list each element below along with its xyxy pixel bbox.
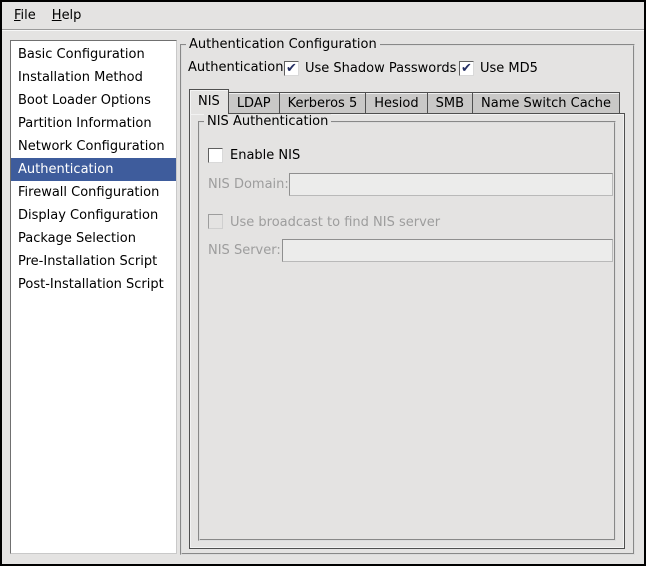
sidebar-item-package-selection[interactable]: Package Selection — [11, 227, 176, 250]
checkmark-icon: ✔ — [461, 62, 472, 75]
menu-help-mnemonic: H — [52, 8, 62, 23]
sidebar-item-partition-information[interactable]: Partition Information — [11, 112, 176, 135]
authentication-configuration-frame: Authentication Configuration Authenticat… — [180, 44, 635, 555]
tab-name-switch-cache[interactable]: Name Switch Cache — [473, 92, 620, 114]
authentication-label: Authentication: — [188, 60, 288, 75]
use-md5-label[interactable]: Use MD5 — [480, 61, 538, 76]
sidebar-item-authentication[interactable]: Authentication — [11, 158, 176, 181]
nis-authentication-frame-title: NIS Authentication — [204, 114, 331, 130]
menu-bar: File Help — [2, 2, 644, 30]
sidebar-item-installation-method[interactable]: Installation Method — [11, 66, 176, 89]
authentication-tabbar: NIS LDAP Kerberos 5 Hesiod SMB Name Swit… — [189, 89, 620, 114]
use-broadcast-checkbox[interactable] — [208, 214, 223, 229]
sidebar-item-boot-loader-options[interactable]: Boot Loader Options — [11, 89, 176, 112]
checkmark-icon: ✔ — [286, 62, 297, 75]
sidebar-item-display-configuration[interactable]: Display Configuration — [11, 204, 176, 227]
enable-nis-checkbox[interactable] — [208, 148, 223, 163]
tab-kerberos5[interactable]: Kerberos 5 — [280, 92, 367, 114]
tab-hesiod[interactable]: Hesiod — [366, 92, 427, 114]
sidebar-item-pre-installation-script[interactable]: Pre-Installation Script — [11, 250, 176, 273]
kickstart-configurator-window: File Help Basic Configuration Installati… — [0, 0, 646, 566]
use-shadow-passwords-label[interactable]: Use Shadow Passwords — [305, 61, 456, 76]
nis-domain-input[interactable] — [289, 173, 613, 196]
authentication-configuration-frame-title: Authentication Configuration — [186, 37, 380, 53]
nis-server-label: NIS Server: — [208, 243, 281, 258]
section-list: Basic Configuration Installation Method … — [10, 40, 177, 554]
sidebar-item-network-configuration[interactable]: Network Configuration — [11, 135, 176, 158]
sidebar-item-basic-configuration[interactable]: Basic Configuration — [11, 43, 176, 66]
sidebar-item-firewall-configuration[interactable]: Firewall Configuration — [11, 181, 176, 204]
use-md5-checkbox[interactable]: ✔ — [459, 61, 474, 76]
tab-smb[interactable]: SMB — [428, 92, 473, 114]
enable-nis-label[interactable]: Enable NIS — [230, 148, 300, 163]
menu-help-label: elp — [62, 8, 82, 23]
menu-file[interactable]: File — [6, 5, 44, 26]
nis-tab-page: NIS Authentication Enable NIS NIS Domain… — [189, 113, 625, 549]
tab-ldap[interactable]: LDAP — [229, 92, 280, 114]
nis-authentication-frame: NIS Authentication Enable NIS NIS Domain… — [198, 121, 616, 541]
nis-domain-label: NIS Domain: — [208, 177, 289, 192]
menu-help[interactable]: Help — [44, 5, 90, 26]
sidebar-item-post-installation-script[interactable]: Post-Installation Script — [11, 273, 176, 296]
tab-nis[interactable]: NIS — [189, 89, 229, 114]
use-shadow-passwords-checkbox[interactable]: ✔ — [284, 61, 299, 76]
menu-file-label: ile — [21, 8, 36, 23]
nis-server-input[interactable] — [282, 239, 613, 262]
use-broadcast-label: Use broadcast to find NIS server — [230, 215, 440, 230]
